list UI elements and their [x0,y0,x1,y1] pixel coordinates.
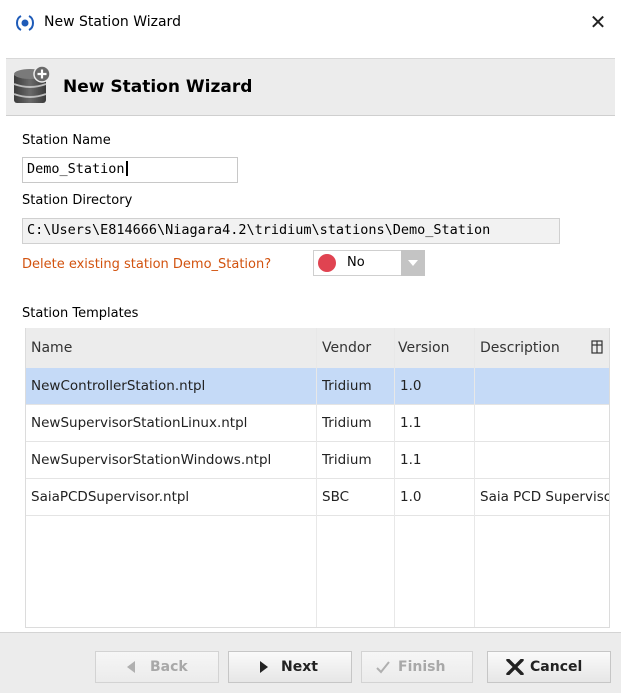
column-divider [394,328,395,627]
station-directory-label: Station Directory [22,193,133,208]
delete-station-value: No [347,255,365,270]
column-divider [474,328,475,627]
next-button[interactable]: Next [228,651,352,683]
close-x-icon [506,659,524,675]
niagara-logo-icon [16,15,34,31]
delete-station-select[interactable]: No [313,250,425,276]
template-name: SaiaPCDSupervisor.ntpl [31,489,190,505]
dropdown-button[interactable] [401,250,425,276]
back-button[interactable]: Back [95,651,219,683]
station-directory-field[interactable]: C:\Users\E814666\Niagara4.2\tridium\stat… [22,218,560,244]
template-version: 1.0 [400,489,422,505]
checkmark-icon [376,661,390,674]
table-row[interactable]: NewControllerStation.ntpl Tridium 1.0 [26,368,609,405]
column-divider [316,328,317,627]
station-templates-label: Station Templates [22,306,139,321]
template-name: NewControllerStation.ntpl [31,378,206,394]
station-name-input[interactable]: Demo_Station [22,157,238,183]
station-templates-table: Name Vendor Version Description NewContr… [25,328,610,628]
table-row[interactable]: SaiaPCDSupervisor.ntpl SBC 1.0 Saia PCD … [26,479,610,516]
window-title: New Station Wizard [44,14,181,30]
close-icon[interactable]: ✕ [583,7,613,37]
column-header-description[interactable]: Description [480,340,560,356]
table-header: Name Vendor Version Description [26,328,609,368]
cancel-label: Cancel [530,659,583,675]
next-label: Next [281,659,318,675]
new-station-wizard-window: New Station Wizard ✕ New Station Wizard … [0,0,621,693]
template-description: Saia PCD Supervisor [480,489,610,505]
wizard-header: New Station Wizard [6,58,615,116]
template-vendor: Tridium [322,415,372,431]
text-caret [125,161,128,176]
template-vendor: Tridium [322,378,372,394]
template-name: NewSupervisorStationLinux.ntpl [31,415,248,431]
column-header-version[interactable]: Version [398,340,449,356]
arrow-left-icon [127,661,135,673]
template-vendor: SBC [322,489,350,505]
cancel-button[interactable]: Cancel [487,651,611,683]
column-header-name[interactable]: Name [31,340,72,356]
finish-button[interactable]: Finish [361,651,473,683]
station-add-icon [13,65,51,103]
finish-label: Finish [398,659,446,675]
column-chooser-icon[interactable] [591,340,603,354]
template-name: NewSupervisorStationWindows.ntpl [31,452,272,468]
header-title: New Station Wizard [63,77,253,97]
chevron-down-icon [408,260,418,266]
station-name-label: Station Name [22,133,111,148]
column-header-vendor[interactable]: Vendor [322,340,371,356]
status-dot-icon [318,254,336,272]
back-label: Back [150,659,188,675]
title-bar: New Station Wizard ✕ [0,0,621,46]
table-row[interactable]: NewSupervisorStationLinux.ntpl Tridium 1… [26,405,609,442]
station-name-value: Demo_Station [27,161,125,177]
wizard-footer: Back Next Finish Cancel [0,632,621,693]
template-version: 1.1 [400,452,422,468]
template-vendor: Tridium [322,452,372,468]
station-directory-value: C:\Users\E814666\Niagara4.2\tridium\stat… [27,222,491,238]
template-version: 1.1 [400,415,422,431]
arrow-right-icon [260,661,268,673]
template-version: 1.0 [400,378,422,394]
table-row[interactable]: NewSupervisorStationWindows.ntpl Tridium… [26,442,609,479]
delete-station-prompt: Delete existing station Demo_Station? [22,257,272,272]
